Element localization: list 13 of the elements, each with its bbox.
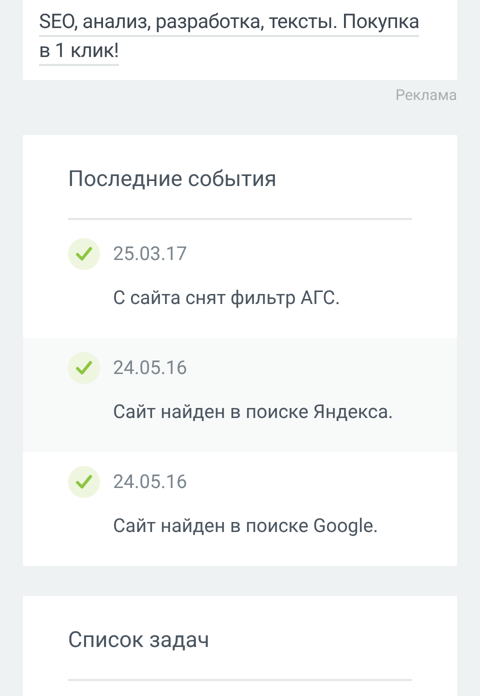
card-title: Список задач [68,624,412,680]
event-date: 25.03.17 [113,240,188,266]
event-text: Сайт найден в поиске Google. [113,512,378,538]
ad-label: Реклама [395,85,457,106]
event-date: 24.05.16 [113,468,188,494]
ad-link[interactable]: SEO, анализ, разработка, тексты. Покупка в 1 клик! [39,8,441,66]
event-date: 24.05.16 [113,354,188,380]
card-title: Последние события [68,162,412,220]
event-text: С сайта снят фильтр АГС. [113,284,340,310]
event-text: Сайт найден в поиске Яндекса. [113,398,394,424]
check-icon [68,352,100,384]
check-icon [68,238,100,270]
check-icon [68,466,100,498]
